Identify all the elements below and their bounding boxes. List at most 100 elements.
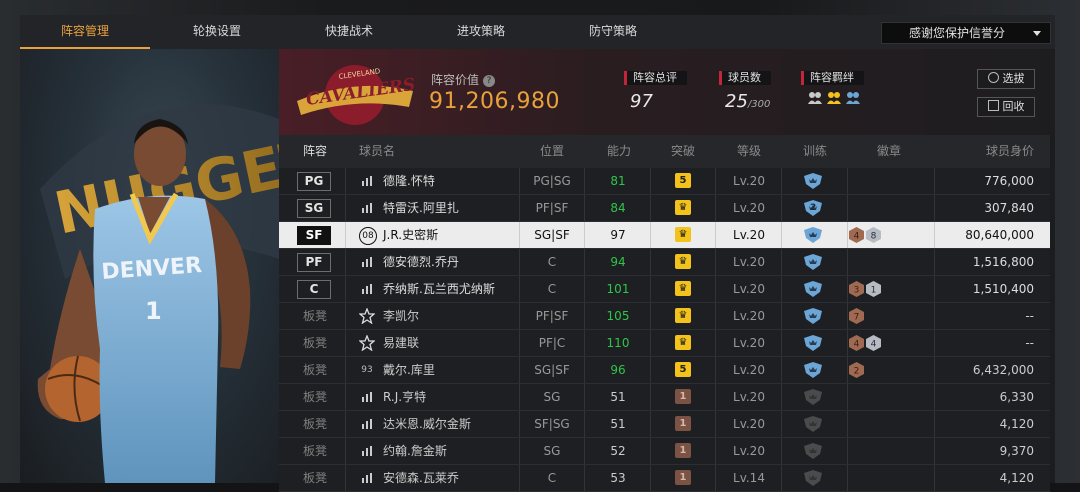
position-slot-badge[interactable]: C	[297, 280, 331, 299]
header-training[interactable]: 训练	[803, 135, 827, 168]
training-shield-icon[interactable]	[803, 335, 823, 351]
stats-bars-icon[interactable]	[359, 173, 375, 189]
position-slot-badge[interactable]: PF	[297, 253, 331, 272]
header-name[interactable]: 球员名	[359, 135, 395, 168]
breakthrough-badge[interactable]: ♛	[675, 335, 691, 350]
table-row[interactable]: 板凳 李凯尔 PF|SF 105 ♛ Lv.20 7 --	[279, 303, 1050, 330]
training-shield-icon[interactable]	[803, 443, 823, 459]
player-name[interactable]: 乔纳斯.瓦兰西尤纳斯	[383, 276, 495, 302]
header-position[interactable]: 位置	[540, 135, 564, 168]
table-row[interactable]: 板凳 易建联 PF|C 110 ♛ Lv.20 4 4 --	[279, 330, 1050, 357]
breakthrough-badge[interactable]: 5	[675, 362, 691, 377]
tab-offense-strategy[interactable]: 进攻策略	[416, 15, 546, 48]
header-ability[interactable]: 能力	[607, 135, 631, 168]
breakthrough-badge[interactable]: 5	[675, 173, 691, 188]
svg-text:3: 3	[854, 286, 860, 296]
header-breakthrough[interactable]: 突破	[671, 135, 695, 168]
player-position: PF|SF	[535, 201, 569, 215]
table-row[interactable]: C 乔纳斯.瓦兰西尤纳斯 C 101 ♛ Lv.20 3 1 1,510,400	[279, 276, 1050, 303]
star-icon[interactable]	[358, 334, 376, 352]
player-name[interactable]: 李凯尔	[383, 303, 419, 329]
badge-icon[interactable]: 1	[866, 281, 881, 297]
stats-bars-icon[interactable]	[359, 443, 375, 459]
training-shield-icon[interactable]	[803, 362, 823, 378]
training-shield-icon[interactable]	[803, 389, 823, 405]
lineup-rating-label: 阵容总评	[624, 71, 687, 85]
team-bond-icon[interactable]	[826, 91, 842, 105]
star-icon[interactable]	[358, 307, 376, 325]
tab-lineup-management[interactable]: 阵容管理	[20, 15, 150, 49]
player-name[interactable]: 戴尔.库里	[383, 357, 435, 383]
player-name[interactable]: R.J.亨特	[383, 384, 426, 410]
breakthrough-badge[interactable]: ♛	[675, 254, 691, 269]
table-row[interactable]: SG 特雷沃.阿里扎 PF|SF 84 ♛ Lv.20 2 307,840	[279, 195, 1050, 222]
training-shield-icon[interactable]	[803, 470, 823, 486]
header-lineup[interactable]: 阵容	[303, 135, 327, 168]
help-icon[interactable]: ?	[483, 74, 496, 87]
stats-bars-icon[interactable]	[359, 281, 375, 297]
position-slot-badge[interactable]: SF	[297, 226, 331, 245]
badge-icon[interactable]: 2	[849, 362, 864, 378]
team-bond-icon[interactable]	[807, 91, 823, 105]
position-slot-badge[interactable]: PG	[297, 172, 331, 191]
table-row[interactable]: 板凳 安德森.瓦莱乔 C 53 1 Lv.14 4,120	[279, 465, 1050, 492]
breakthrough-badge[interactable]: 1	[675, 416, 691, 431]
badge-icon[interactable]: 7	[849, 308, 864, 324]
breakthrough-badge[interactable]: ♛	[675, 200, 691, 215]
player-name[interactable]: 德安德烈.乔丹	[383, 249, 459, 275]
training-shield-icon[interactable]	[803, 227, 823, 243]
badge-icon[interactable]: 4	[866, 335, 881, 351]
breakthrough-badge[interactable]: ♛	[675, 281, 691, 296]
player-name[interactable]: 易建联	[383, 330, 419, 356]
stats-bars-icon[interactable]	[359, 389, 375, 405]
stats-bars-icon[interactable]	[359, 416, 375, 432]
recycle-button[interactable]: 回收	[977, 97, 1035, 117]
header-level[interactable]: 等级	[737, 135, 761, 168]
player-name[interactable]: 达米恩.威尔金斯	[383, 411, 471, 437]
divider	[934, 303, 935, 329]
table-row[interactable]: PG 德隆.怀特 PG|SG 81 5 Lv.20 776,000	[279, 168, 1050, 195]
header-value[interactable]: 球员身价	[986, 135, 1034, 168]
breakthrough-badge[interactable]: 1	[675, 443, 691, 458]
player-name[interactable]: J.R.史密斯	[383, 222, 438, 248]
tab-rotation-settings[interactable]: 轮换设置	[152, 15, 282, 48]
badge-icon[interactable]: 4	[849, 335, 864, 351]
training-shield-icon[interactable]	[803, 254, 823, 270]
table-row[interactable]: 板凳 R.J.亨特 SG 51 1 Lv.20 6,330	[279, 384, 1050, 411]
stats-bars-icon[interactable]	[359, 200, 375, 216]
table-row[interactable]: 板凳 93 戴尔.库里 SG|SF 96 5 Lv.20 2 6,432,000	[279, 357, 1050, 384]
badge-icon[interactable]: 8	[866, 227, 881, 243]
badge-icon[interactable]: 4	[849, 227, 864, 243]
jersey-number-icon[interactable]: 93	[359, 362, 375, 378]
breakthrough-badge[interactable]: ♛	[675, 227, 691, 242]
tab-quick-tactics[interactable]: 快捷战术	[284, 15, 414, 48]
badge-icon[interactable]: 3	[849, 281, 864, 297]
divider	[650, 222, 651, 248]
table-row[interactable]: SF 08 J.R.史密斯 SG|SF 97 ♛ Lv.20 4 8 80,640,000	[279, 222, 1050, 249]
select-button[interactable]: 选拔	[977, 69, 1035, 89]
tab-defense-strategy[interactable]: 防守策略	[548, 15, 678, 48]
message-dropdown[interactable]: 感谢您保护信誉分	[881, 22, 1051, 44]
breakthrough-badge[interactable]: 1	[675, 389, 691, 404]
training-shield-icon[interactable]	[803, 281, 823, 297]
position-slot-badge[interactable]: SG	[297, 199, 331, 218]
player-name[interactable]: 特雷沃.阿里扎	[383, 195, 459, 221]
jersey-number-icon[interactable]: 08	[359, 227, 377, 245]
header-badge[interactable]: 徽章	[877, 135, 901, 168]
table-row[interactable]: 板凳 达米恩.威尔金斯 SF|SG 51 1 Lv.20 4,120	[279, 411, 1050, 438]
player-name[interactable]: 德隆.怀特	[383, 168, 435, 194]
table-row[interactable]: PF 德安德烈.乔丹 C 94 ♛ Lv.20 1,516,800	[279, 249, 1050, 276]
lineup-value-label: 阵容价值?	[431, 71, 496, 88]
breakthrough-badge[interactable]: ♛	[675, 308, 691, 323]
team-bond-icon[interactable]	[845, 91, 861, 105]
player-level: Lv.20	[733, 282, 765, 296]
stats-bars-icon[interactable]	[359, 254, 375, 270]
training-shield-icon[interactable]	[803, 308, 823, 324]
training-shield-icon[interactable]	[803, 173, 823, 189]
divider	[934, 195, 935, 221]
player-name[interactable]: 约翰.詹金斯	[383, 438, 447, 464]
stats-bars-icon[interactable]	[359, 470, 375, 486]
training-shield-icon[interactable]	[803, 416, 823, 432]
table-row[interactable]: 板凳 约翰.詹金斯 SG 52 1 Lv.20 9,370	[279, 438, 1050, 465]
player-name[interactable]: 安德森.瓦莱乔	[383, 465, 459, 491]
